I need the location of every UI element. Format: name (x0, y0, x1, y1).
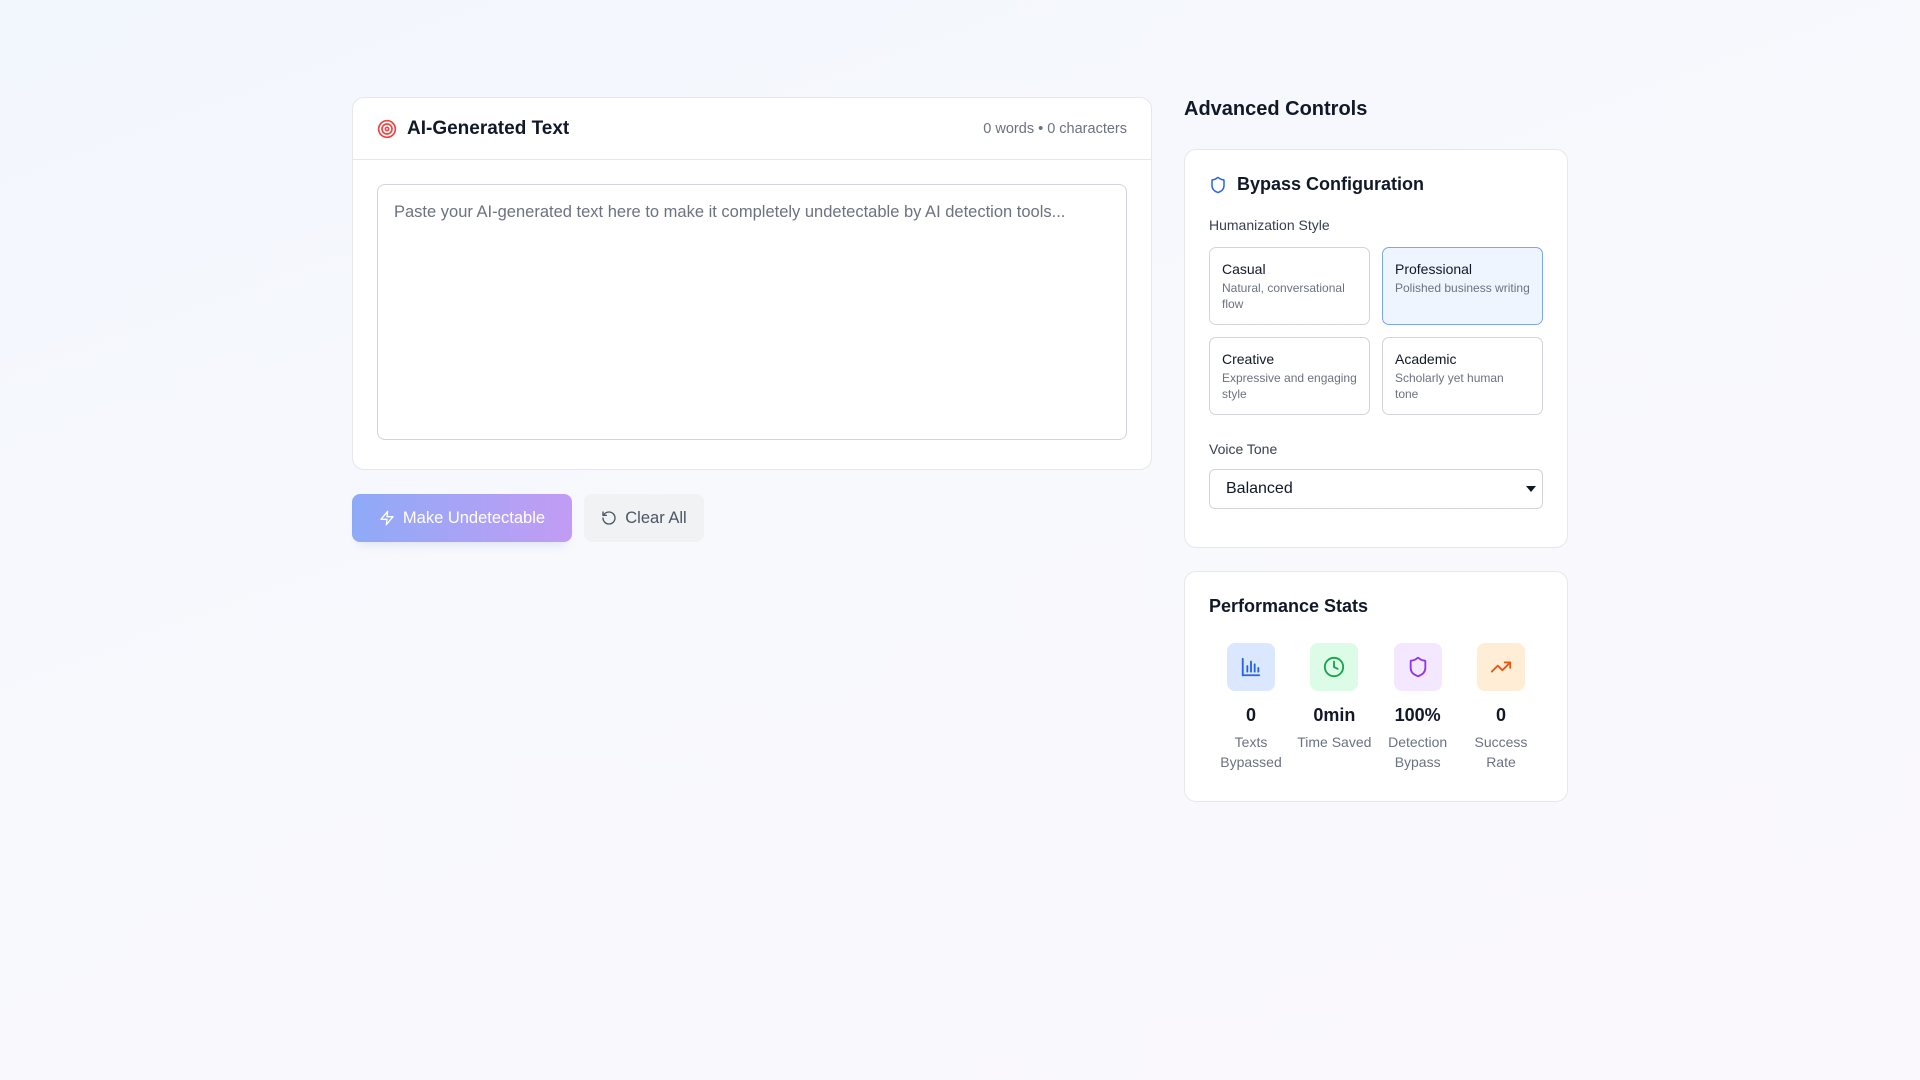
shield-icon (1209, 176, 1227, 194)
stat-value: 100% (1394, 705, 1441, 725)
editor-title-group: AI-Generated Text (377, 118, 569, 140)
rotate-ccw-icon (601, 510, 617, 526)
performance-stats-title: Performance Stats (1209, 596, 1369, 616)
clock-icon (1310, 643, 1359, 691)
voice-tone-value: Balanced (1226, 480, 1293, 497)
shield-icon (1393, 643, 1442, 691)
make-undetectable-button[interactable]: Make Undetectable (352, 494, 572, 542)
stat-label: Texts Bypassed (1220, 734, 1282, 770)
editor-header: AI-Generated Text 0 words • 0 characters (353, 98, 1151, 160)
chevron-down-icon (1526, 486, 1536, 492)
bar-chart-icon (1227, 643, 1275, 691)
lightning-icon (379, 510, 395, 526)
style-option-name: Professional (1395, 261, 1473, 277)
style-option-description: Expressive and engaging style (1222, 371, 1357, 401)
editor-title: AI-Generated Text (407, 117, 570, 139)
stat-time-saved: 0min Time Saved (1296, 643, 1372, 772)
stat-value: 0 (1245, 705, 1256, 725)
style-option-academic[interactable]: Academic Scholarly yet human tone (1382, 337, 1543, 415)
style-option-professional[interactable]: Professional Polished business writing (1382, 247, 1543, 325)
trending-up-icon (1476, 643, 1525, 691)
bypass-configuration-panel: Bypass Configuration Humanization Style … (1184, 149, 1568, 548)
clear-all-button[interactable]: Clear All (584, 494, 704, 542)
style-option-casual[interactable]: Casual Natural, conversational flow (1209, 247, 1370, 325)
target-icon (377, 119, 397, 139)
make-undetectable-label: Make Undetectable (402, 508, 546, 527)
style-option-name: Academic (1395, 351, 1457, 367)
humanization-style-label: Humanization Style (1209, 217, 1330, 233)
bypass-configuration-title: Bypass Configuration (1237, 174, 1425, 194)
voice-tone-label: Voice Tone (1209, 441, 1278, 457)
clear-all-label: Clear All (625, 508, 687, 527)
stat-label: Success Rate (1474, 734, 1528, 770)
advanced-controls-heading: Advanced Controls (1184, 98, 1368, 120)
ai-text-input[interactable] (377, 184, 1127, 440)
style-option-name: Creative (1222, 351, 1275, 367)
stat-success-rate: 0 Success Rate (1463, 643, 1539, 772)
stat-texts-bypassed: 0 Texts Bypassed (1213, 643, 1289, 772)
style-option-creative[interactable]: Creative Expressive and engaging style (1209, 337, 1370, 415)
stat-label: Time Saved (1297, 734, 1372, 750)
word-character-counter: 0 words • 0 characters (983, 120, 1127, 137)
stats-row: 0 Texts Bypassed 0min Time Saved 100% De… (1209, 643, 1543, 772)
style-option-description: Polished business writing (1395, 281, 1530, 295)
stat-value: 0min (1313, 705, 1356, 725)
style-option-description: Natural, conversational flow (1222, 281, 1345, 311)
editor-body (353, 160, 1151, 469)
stat-label: Detection Bypass (1388, 734, 1448, 770)
style-option-name: Casual (1222, 261, 1266, 277)
action-buttons: Make Undetectable Clear All (352, 494, 704, 542)
style-option-description: Scholarly yet human tone (1395, 371, 1504, 401)
editor-card: AI-Generated Text 0 words • 0 characters (352, 97, 1152, 470)
humanization-style-options: Casual Natural, conversational flow Prof… (1209, 247, 1543, 415)
stat-detection-bypass: 100% Detection Bypass (1380, 643, 1456, 772)
stat-value: 0 (1495, 705, 1506, 725)
bypass-configuration-title-group: Bypass Configuration (1209, 174, 1543, 195)
performance-stats-panel: Performance Stats 0 Texts Bypassed 0min … (1184, 571, 1568, 802)
voice-tone-select[interactable]: Balanced (1209, 469, 1543, 509)
